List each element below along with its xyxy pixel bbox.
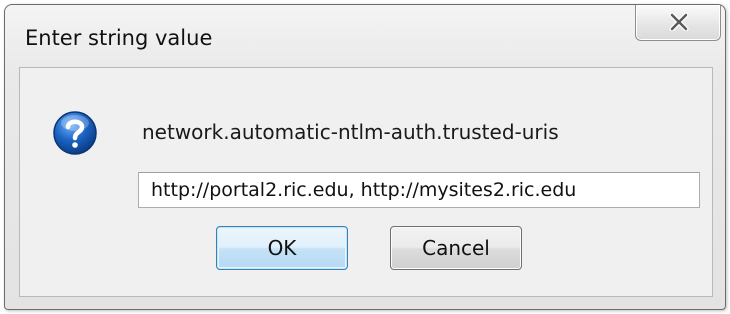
preference-name: network.automatic-ntlm-auth.trusted-uris [142,120,559,144]
string-value-dialog: Enter string value network.automatic-ntl… [4,4,726,310]
cancel-button[interactable]: Cancel [390,226,522,270]
close-button[interactable] [635,5,721,41]
ok-button[interactable]: OK [216,226,348,270]
question-mark-icon [53,111,97,155]
dialog-body: network.automatic-ntlm-auth.trusted-uris… [19,67,713,297]
dialog-title: Enter string value [25,26,213,50]
string-value-input[interactable] [138,172,700,208]
close-icon [669,13,689,31]
title-bar[interactable]: Enter string value [5,5,725,67]
